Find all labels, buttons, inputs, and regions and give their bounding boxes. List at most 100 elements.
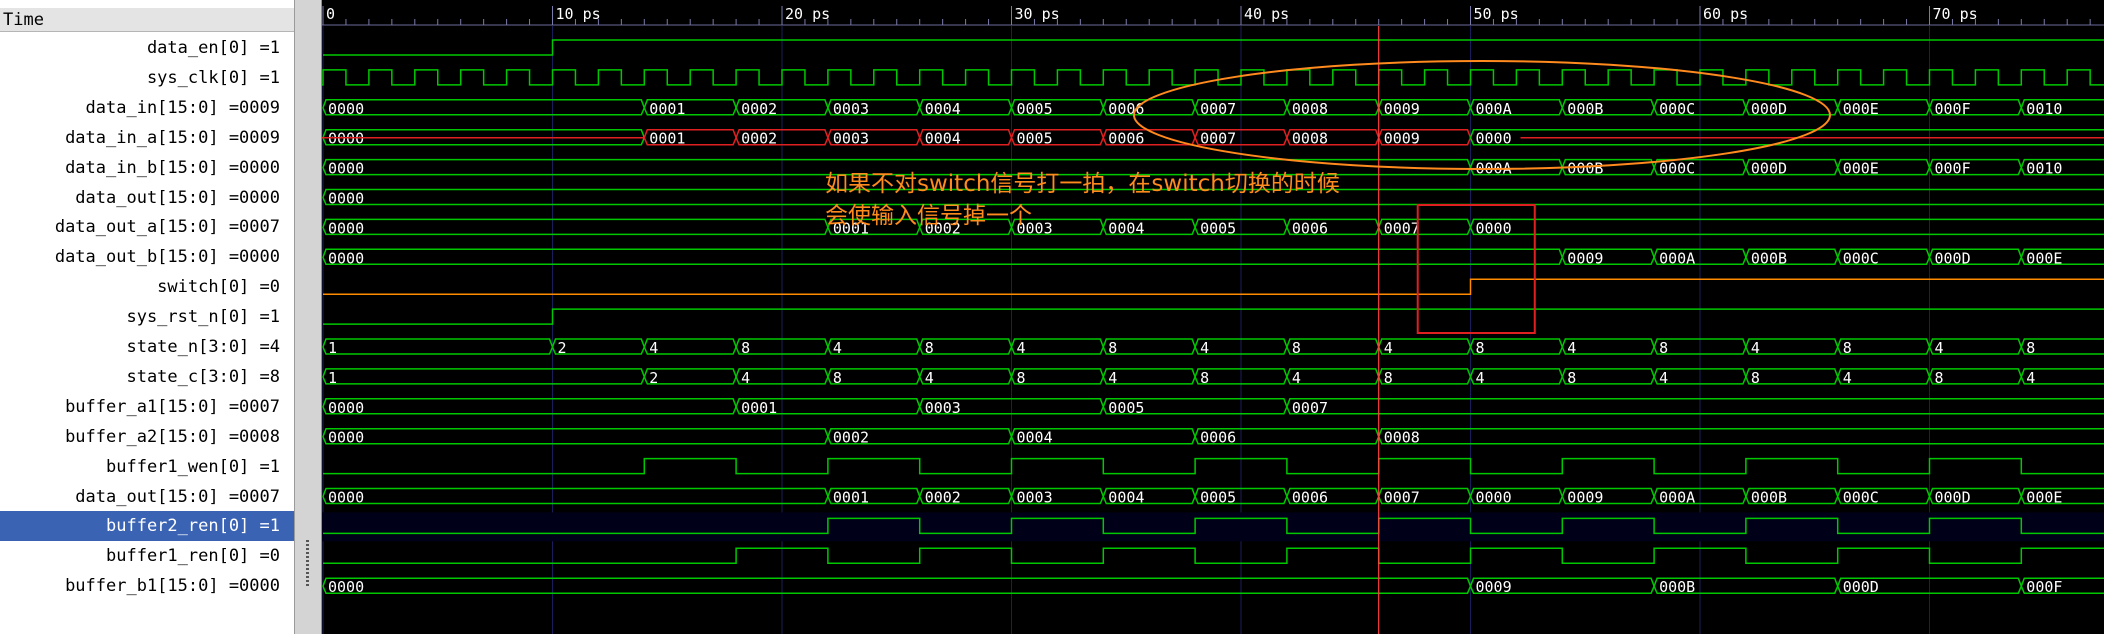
signal-name-row[interactable]: data_in_a[15:0] =0009 <box>0 123 294 153</box>
bus-value-label: 0000 <box>328 160 364 178</box>
bus-value-label: 0003 <box>925 399 961 417</box>
bus-segment <box>322 218 829 236</box>
signal-name-row[interactable]: buffer1_wen[0] =1 <box>0 452 294 482</box>
bus-value-label: 0003 <box>833 130 869 148</box>
signal-name-row[interactable]: data_in_b[15:0] =0000 <box>0 153 294 183</box>
bus-value-label: 0004 <box>925 100 961 118</box>
signal-name-row[interactable]: data_en[0] =1 <box>0 33 294 63</box>
bus-value-label: 000E <box>2026 489 2062 507</box>
signal-name-row[interactable]: data_out[15:0] =0007 <box>0 482 294 512</box>
annotation-line-1: 如果不对switch信号打一拍，在switch切换的时候 <box>825 171 1340 197</box>
bus-value-label: 000B <box>1567 160 1603 178</box>
signal-name-row[interactable]: buffer_a1[15:0] =0007 <box>0 392 294 422</box>
bus-value-label: 4 <box>1200 339 1209 357</box>
bus-value-label: 0002 <box>833 429 869 447</box>
bus-value-label: 4 <box>1843 369 1852 387</box>
bus-value-label: 0009 <box>1567 489 1603 507</box>
bus-value-label: 8 <box>1935 369 1944 387</box>
bus-value-label: 0008 <box>1292 130 1328 148</box>
bus-value-label: 000A <box>1659 249 1695 267</box>
bus-value-label: 0010 <box>2026 160 2062 178</box>
time-column-header: Time <box>0 8 294 32</box>
ruler-tick-label: 50 ps <box>1474 5 1519 23</box>
bus-segment <box>322 427 829 445</box>
bus-value-label: 8 <box>1384 369 1393 387</box>
bus-value-label: 4 <box>833 339 842 357</box>
signal-name-row[interactable]: buffer_b1[15:0] =0000 <box>0 571 294 601</box>
ruler-tick-label: 0 <box>326 5 335 23</box>
bus-value-label: 0003 <box>1017 489 1053 507</box>
bus-value-label: 0007 <box>1384 489 1420 507</box>
bus-value-label: 0000 <box>328 249 364 267</box>
waveform-viewer[interactable]: 0 10 ps 20 ps 30 ps 40 ps 50 ps 60 ps 70 ps 0000… <box>322 0 2104 634</box>
bus-value-label: 0007 <box>1200 130 1236 148</box>
splitter-grip-handle[interactable] <box>306 540 309 586</box>
bus-value-label: 000C <box>1843 489 1879 507</box>
bus-value-label: 0010 <box>2026 100 2062 118</box>
signal-name-row[interactable]: buffer1_ren[0] =0 <box>0 541 294 571</box>
signal-name-row[interactable]: buffer_a2[15:0] =0008 <box>0 422 294 452</box>
bus-value-label: 0002 <box>741 100 777 118</box>
bit-trace <box>323 39 2104 56</box>
bus-value-label: 000D <box>1751 100 1787 118</box>
bus-segment <box>322 398 737 415</box>
selected-row-highlight <box>322 512 2104 542</box>
signal-name-row[interactable]: data_in[15:0] =0009 <box>0 93 294 123</box>
signal-name-row[interactable]: buffer2_ren[0] =1 <box>0 511 294 542</box>
bus-value-label: 000A <box>1659 489 1695 507</box>
bus-segment <box>322 577 1472 594</box>
bus-value-label: 2 <box>558 339 567 357</box>
bus-segment <box>322 338 554 355</box>
pane-splitter[interactable] <box>295 0 322 634</box>
bus-value-label: 4 <box>925 369 934 387</box>
signal-name-row[interactable]: data_out[15:0] =0000 <box>0 183 294 213</box>
bus-value-label: 8 <box>833 369 842 387</box>
bus-value-label: 8 <box>1659 339 1668 357</box>
signal-name-row[interactable]: state_n[3:0] =4 <box>0 332 294 362</box>
bus-value-label: 4 <box>649 339 658 357</box>
bus-value-label: 0007 <box>1292 399 1328 417</box>
bus-segment <box>322 248 1564 266</box>
bus-value-label: 0004 <box>925 130 961 148</box>
bit-trace <box>323 457 2104 475</box>
bus-value-label: 4 <box>1108 369 1117 387</box>
bus-value-label: 000B <box>1567 100 1603 118</box>
signal-name-panel: Time data_en[0] =1 sys_clk[0] =1 data_in[1… <box>0 0 295 634</box>
bus-value-label: 4 <box>1567 339 1576 357</box>
bus-value-label: 4 <box>1384 339 1393 357</box>
signal-name-row[interactable]: sys_rst_n[0] =1 <box>0 302 294 332</box>
bus-value-label: 0009 <box>1384 130 1420 148</box>
annotation-line-2: 会使输入信号掉一个 <box>825 203 1032 229</box>
bus-value-label: 0006 <box>1200 429 1236 447</box>
bit-trace <box>323 547 2104 565</box>
bus-segment <box>322 368 646 385</box>
bus-segment <box>1286 398 2104 415</box>
bus-value-label: 000E <box>2026 249 2062 267</box>
signal-name-row[interactable]: data_out_b[15:0] =0000 <box>0 242 294 272</box>
bus-value-label: 4 <box>1292 369 1301 387</box>
bus-value-label: 0006 <box>1108 130 1144 148</box>
ruler-tick-label: 20 ps <box>785 5 830 23</box>
bus-value-label: 000C <box>1659 100 1695 118</box>
signal-name-row[interactable]: switch[0] =0 <box>0 272 294 302</box>
bus-value-label: 4 <box>741 369 750 387</box>
signal-name-row[interactable]: state_c[3:0] =8 <box>0 362 294 392</box>
bus-value-label: 0003 <box>833 100 869 118</box>
bus-value-label: 0004 <box>1017 429 1053 447</box>
ruler-tick-label: 60 ps <box>1703 5 1748 23</box>
bus-value-label: 0001 <box>833 489 869 507</box>
bus-value-label: 000D <box>1935 489 1971 507</box>
bus-value-label: 4 <box>1017 339 1026 357</box>
signal-name-row[interactable]: data_out_a[15:0] =0007 <box>0 212 294 242</box>
annotation-text: 如果不对switch信号打一拍，在switch切换的时候 会使输入信号掉一个 <box>825 168 1340 232</box>
bus-value-label: 0000 <box>1476 130 1512 148</box>
bus-value-label: 8 <box>1567 369 1576 387</box>
bus-value-label: 8 <box>2026 339 2035 357</box>
signal-name-row[interactable]: sys_clk[0] =1 <box>0 63 294 93</box>
bus-value-label: 8 <box>1476 339 1485 357</box>
bus-value-label: 0002 <box>925 489 961 507</box>
bus-value-label: 8 <box>1017 369 1026 387</box>
bus-value-label: 0006 <box>1108 100 1144 118</box>
bus-value-label: 8 <box>925 339 934 357</box>
bus-value-label: 0005 <box>1108 399 1144 417</box>
